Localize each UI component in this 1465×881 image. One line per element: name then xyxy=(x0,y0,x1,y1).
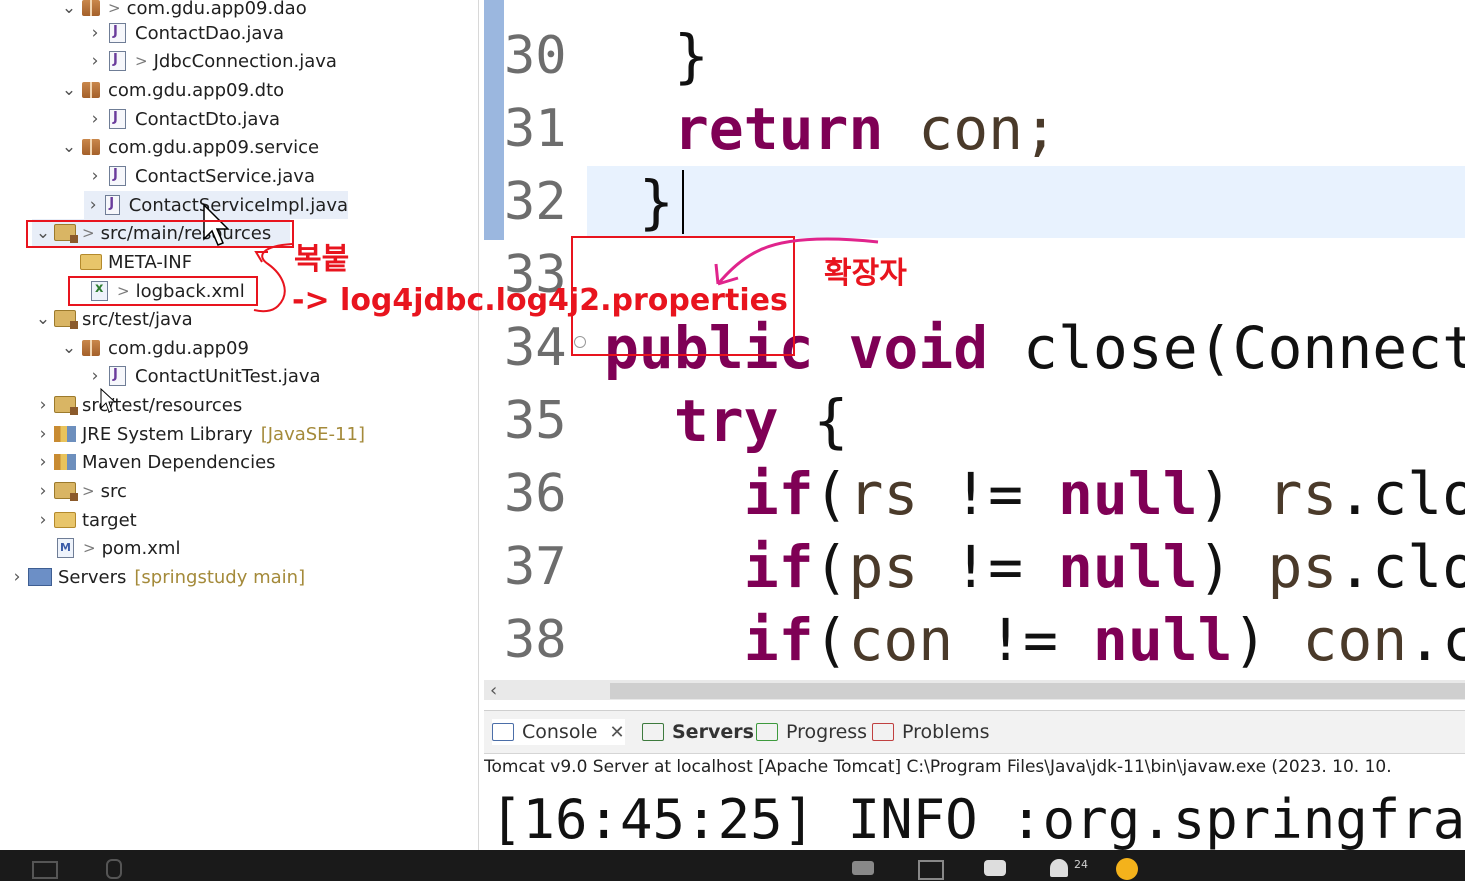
annotation-extension: 확장자 xyxy=(824,256,907,291)
annotation-strokes xyxy=(253,237,879,313)
annotation-rename: -> log4jdbc.log4j2.properties xyxy=(292,283,788,318)
annotation-copy-paste: 복붙 xyxy=(294,242,350,277)
